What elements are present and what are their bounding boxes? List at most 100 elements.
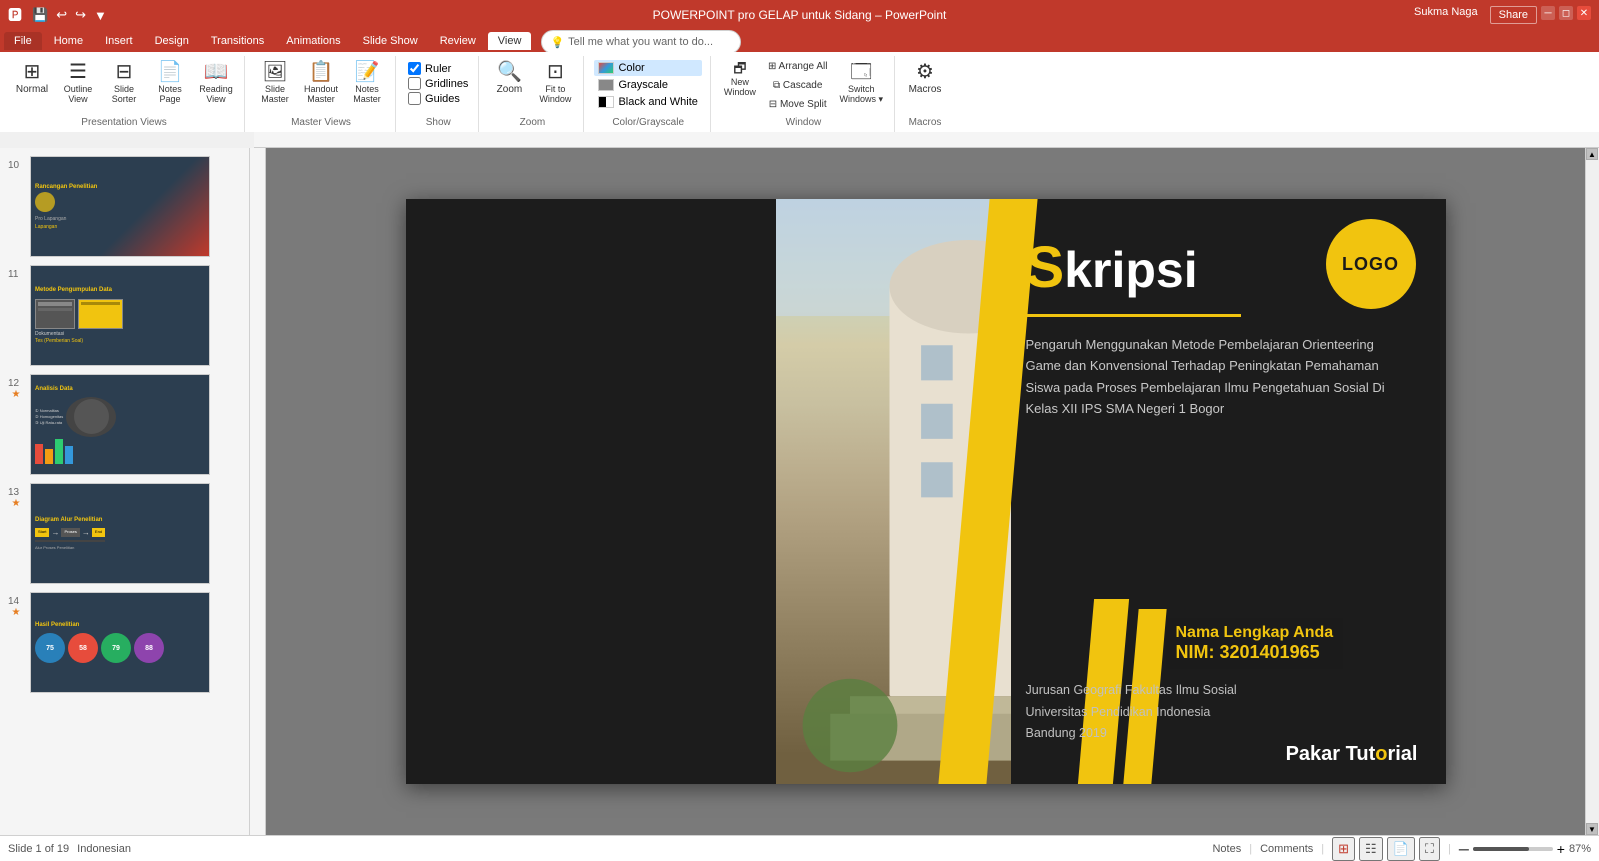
zoom-slider[interactable] xyxy=(1473,847,1553,851)
master-views-label: Master Views xyxy=(291,115,351,130)
fullscreen-status-button[interactable]: ⛶ xyxy=(1419,837,1440,861)
ruler-checkbox[interactable]: Ruler xyxy=(408,62,468,75)
normal-view-button[interactable]: ⊞ Normal xyxy=(10,58,54,99)
slide-desc-text: Pengaruh Menggunakan Metode Pembelajaran… xyxy=(1026,337,1385,416)
ruler-markings xyxy=(270,132,1570,148)
list-item[interactable]: 11 Metode Pengumpulan Data Dokumentasi xyxy=(0,261,249,370)
window-label: Window xyxy=(786,115,822,130)
slide-info: Slide 1 of 19 xyxy=(8,843,69,855)
save-qat-button[interactable]: 💾 xyxy=(30,7,50,23)
slide-sorter-button[interactable]: ⊟ SlideSorter xyxy=(102,58,146,108)
window-title: POWERPOINT pro GELAP untuk Sidang – Powe… xyxy=(653,8,947,22)
guides-checkbox[interactable]: Guides xyxy=(408,92,468,105)
show-label: Show xyxy=(426,115,451,130)
tab-review[interactable]: Review xyxy=(430,32,486,50)
reading-view-icon: 📖 xyxy=(204,62,229,82)
normal-view-status-button[interactable]: ⊞ xyxy=(1332,837,1355,861)
slide-name-line1: Nama Lengkap Anda xyxy=(1176,624,1334,642)
slide-thumbnail[interactable]: Rancangan Penelitian Pro Lapangan Lapang… xyxy=(30,156,210,257)
zoom-out-button[interactable]: ─ xyxy=(1459,841,1469,857)
customize-qat-button[interactable]: ▼ xyxy=(92,8,109,23)
tell-me-label: Tell me what you want to do... xyxy=(568,36,713,48)
handout-master-icon: 📋 xyxy=(309,62,334,82)
list-item[interactable]: 14 ★ Hasil Penelitian 75 58 79 88 xyxy=(0,588,249,697)
view-mode-buttons: ⊞ ☷ 📄 ⛶ xyxy=(1332,837,1440,861)
slide-number: 11 xyxy=(8,269,24,280)
notes-page-button[interactable]: 📄 NotesPage xyxy=(148,58,192,108)
undo-qat-button[interactable]: ↩ xyxy=(54,7,69,23)
slide-canvas: LOGO S kripsi Pengaruh Menggunakan Metod… xyxy=(406,199,1446,784)
slide-title-underline xyxy=(1026,314,1241,317)
scrollbar-down[interactable]: ▼ xyxy=(1586,823,1598,835)
slide-master-button[interactable]: 🖼 SlideMaster xyxy=(253,58,297,108)
slide-watermark: Pakar Tutorial xyxy=(1286,743,1418,766)
scrollbar-up[interactable]: ▲ xyxy=(1586,148,1598,160)
restore-button[interactable]: ◻ xyxy=(1559,6,1573,20)
list-item[interactable]: 13 ★ Diagram Alur Penelitian Start → Pro… xyxy=(0,479,249,588)
outline-view-status-button[interactable]: ☷ xyxy=(1359,837,1383,861)
slide-sorter-icon: ⊟ xyxy=(116,62,133,82)
zoom-button[interactable]: 🔍 Zoom xyxy=(487,58,531,99)
list-item[interactable]: 10 Rancangan Penelitian Pro Lapangan Lap… xyxy=(0,152,249,261)
slide-thumbnail[interactable]: Analisis Data ① Normalitas ② Homogenitas… xyxy=(30,374,210,475)
master-views-group: 🖼 SlideMaster 📋 HandoutMaster 📝 NotesMas… xyxy=(247,56,396,132)
tab-file[interactable]: File xyxy=(4,32,42,50)
slide-title-s: S xyxy=(1026,239,1065,297)
reading-view-button[interactable]: 📖 ReadingView xyxy=(194,58,238,108)
slide-canvas-area: LOGO S kripsi Pengaruh Menggunakan Metod… xyxy=(266,148,1585,835)
new-window-button[interactable]: 🗗 NewWindow xyxy=(719,58,761,100)
notes-button[interactable]: Notes xyxy=(1212,843,1241,855)
outline-view-button[interactable]: ☰ OutlineView xyxy=(56,58,100,108)
zoom-level: 87% xyxy=(1569,843,1591,855)
color-swatch-bw xyxy=(598,96,614,108)
color-options: Color Grayscale Black and White xyxy=(592,58,703,112)
color-option-color[interactable]: Color xyxy=(594,60,701,76)
minimize-button[interactable]: ─ xyxy=(1541,6,1555,20)
slide-number: 10 xyxy=(8,160,24,171)
comments-button[interactable]: Comments xyxy=(1260,843,1313,855)
color-option-grayscale[interactable]: Grayscale xyxy=(594,77,701,93)
status-bar: Slide 1 of 19 Indonesian Notes | Comment… xyxy=(0,835,1599,861)
tab-design[interactable]: Design xyxy=(145,32,199,50)
zoom-in-button[interactable]: + xyxy=(1557,841,1565,857)
tell-me-box[interactable]: 💡 Tell me what you want to do... xyxy=(541,30,741,54)
color-option-bw[interactable]: Black and White xyxy=(594,94,701,110)
tab-insert[interactable]: Insert xyxy=(95,32,143,50)
user-name: Sukma Naga xyxy=(1414,6,1478,24)
reading-view-status-button[interactable]: 📄 xyxy=(1387,837,1415,861)
editor-wrapper: LOGO S kripsi Pengaruh Menggunakan Metod… xyxy=(250,148,1599,835)
star-icon: ★ xyxy=(12,389,21,400)
tab-slideshow[interactable]: Slide Show xyxy=(353,32,428,50)
move-split-button[interactable]: ⊟ Move Split xyxy=(763,96,833,113)
zoom-label: Zoom xyxy=(520,115,546,130)
list-item[interactable]: 12 ★ Analisis Data ① Normalitas ② Homoge… xyxy=(0,370,249,479)
tab-transitions[interactable]: Transitions xyxy=(201,32,274,50)
fit-to-window-button[interactable]: ⊡ Fit toWindow xyxy=(533,58,577,108)
notes-page-icon: 📄 xyxy=(158,62,183,82)
color-swatch-grayscale xyxy=(598,79,614,91)
close-button[interactable]: ✕ xyxy=(1577,6,1591,20)
zoom-control: ─ + 87% xyxy=(1459,841,1591,857)
tab-animations[interactable]: Animations xyxy=(276,32,350,50)
arrange-all-button[interactable]: ⊞ Arrange All xyxy=(763,58,833,75)
handout-master-button[interactable]: 📋 HandoutMaster xyxy=(299,58,343,108)
macros-icon: ⚙ xyxy=(916,62,934,82)
quick-access-toolbar: 🅿 💾 ↩ ↪ ▼ xyxy=(8,5,109,25)
switch-windows-button[interactable]: 🗔 SwitchWindows ▾ xyxy=(834,58,888,109)
tab-view[interactable]: View xyxy=(488,32,532,50)
slide-thumbnail[interactable]: Diagram Alur Penelitian Start → Proses →… xyxy=(30,483,210,584)
scrollbar-track xyxy=(1586,160,1599,823)
status-bar-right: Notes | Comments | ⊞ ☷ 📄 ⛶ | ─ + 87% xyxy=(1212,837,1591,861)
slide-thumbnail[interactable]: Metode Pengumpulan Data Dokumentasi Tes … xyxy=(30,265,210,366)
notes-master-button[interactable]: 📝 NotesMaster xyxy=(345,58,389,108)
redo-qat-button[interactable]: ↪ xyxy=(73,7,88,23)
tab-home[interactable]: Home xyxy=(44,32,93,50)
slide-thumbnail[interactable]: Hasil Penelitian 75 58 79 88 xyxy=(30,592,210,693)
share-button[interactable]: Share xyxy=(1490,6,1537,24)
macros-button[interactable]: ⚙ Macros xyxy=(903,58,947,99)
gridlines-checkbox[interactable]: Gridlines xyxy=(408,77,468,90)
vertical-scrollbar[interactable]: ▲ ▼ xyxy=(1585,148,1599,835)
cascade-button[interactable]: ⧉ Cascade xyxy=(763,77,833,94)
slide-uni-line3: Bandung 2019 xyxy=(1026,723,1237,744)
zoom-icon: 🔍 xyxy=(497,62,522,82)
